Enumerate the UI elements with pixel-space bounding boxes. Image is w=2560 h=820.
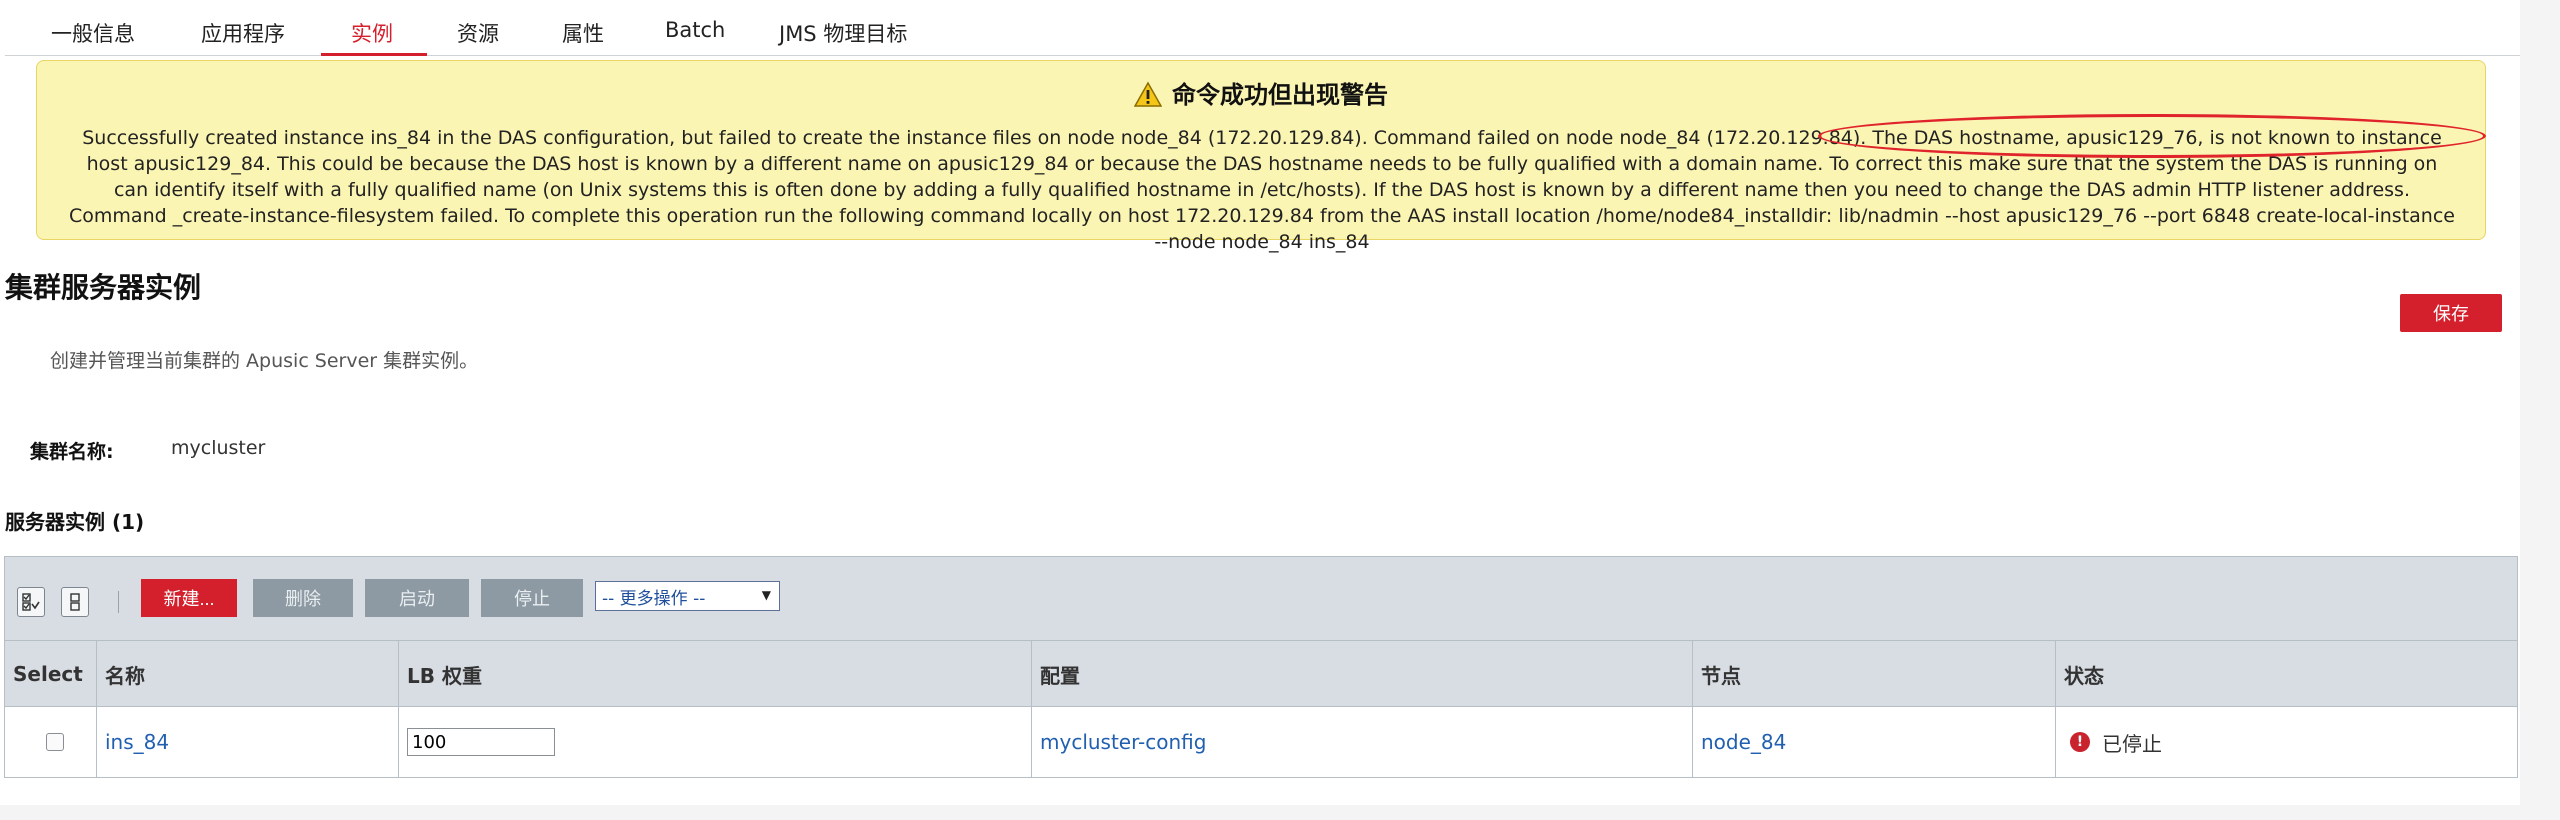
new-instance-button[interactable]: 新建... (141, 579, 237, 617)
instance-name-link[interactable]: ins_84 (105, 730, 169, 754)
lb-weight-cell (399, 707, 1032, 777)
more-actions-value: -- 更多操作 -- (602, 588, 706, 609)
deselect-all-icon[interactable] (61, 587, 89, 617)
table-row: ins_84 mycluster-config node_84 ! 已停止 (5, 707, 2517, 777)
node-cell: node_84 (1693, 707, 2056, 777)
start-button[interactable]: 启动 (365, 579, 469, 617)
status-text: 已停止 (2102, 731, 2162, 756)
tab-jms-physical-destinations[interactable]: JMS 物理目标 (779, 18, 907, 48)
toolbar-separator (118, 591, 119, 613)
cluster-name-value: mycluster (171, 437, 266, 459)
tab-general[interactable]: 一般信息 (51, 18, 135, 48)
server-instances-section-title: 服务器实例 (1) (5, 510, 145, 534)
config-cell: mycluster-config (1032, 707, 1693, 777)
column-header-select: Select (5, 641, 97, 707)
active-tab-indicator (321, 53, 427, 56)
warning-icon (1133, 81, 1163, 113)
delete-button[interactable]: 删除 (253, 579, 353, 617)
column-header-node[interactable]: 节点 (1693, 641, 2056, 707)
table-toolbar: 新建... 删除 启动 停止 -- 更多操作 -- ▼ (5, 557, 2517, 641)
status-cell: ! 已停止 (2056, 707, 2517, 777)
more-actions-select[interactable]: -- 更多操作 -- ▼ (595, 581, 780, 611)
dropdown-caret-icon: ▼ (761, 588, 771, 602)
warning-alert: 命令成功但出现警告 Successfully created instance … (36, 60, 2486, 253)
page: 一般信息 应用程序 实例 资源 属性 Batch JMS 物理目标 命令成功但出… (0, 0, 2520, 805)
tab-instances[interactable]: 实例 (351, 18, 393, 48)
config-link[interactable]: mycluster-config (1040, 730, 1206, 754)
error-status-icon: ! (2070, 732, 2090, 752)
cluster-name-label: 集群名称: (30, 441, 114, 463)
page-title: 集群服务器实例 (5, 271, 202, 304)
alert-message: Successfully created instance ins_84 in … (69, 127, 2455, 253)
alert-title: 命令成功但出现警告 (1172, 81, 1388, 109)
instances-table: 新建... 删除 启动 停止 -- 更多操作 -- ▼ Select 名称 LB… (4, 556, 2518, 778)
stop-button[interactable]: 停止 (481, 579, 583, 617)
page-description: 创建并管理当前集群的 Apusic Server 集群实例。 (50, 350, 479, 372)
save-button[interactable]: 保存 (2400, 294, 2502, 332)
column-header-lb-weight[interactable]: LB 权重 (399, 641, 1032, 707)
lb-weight-input[interactable] (407, 728, 555, 756)
select-all-icon[interactable] (17, 587, 45, 617)
column-header-status[interactable]: 状态 (2056, 641, 2517, 707)
column-header-config[interactable]: 配置 (1032, 641, 1693, 707)
node-link[interactable]: node_84 (1701, 730, 1786, 754)
table-header: Select 名称 LB 权重 配置 节点 状态 (5, 641, 2517, 707)
tab-applications[interactable]: 应用程序 (201, 18, 285, 48)
alert-title-row: 命令成功但出现警告 (37, 75, 2485, 113)
tab-resources[interactable]: 资源 (457, 18, 499, 48)
tab-properties[interactable]: 属性 (562, 18, 604, 48)
column-header-name[interactable]: 名称 (97, 641, 399, 707)
tab-bar: 一般信息 应用程序 实例 资源 属性 Batch JMS 物理目标 (5, 0, 2520, 56)
tab-batch[interactable]: Batch (665, 18, 725, 42)
select-cell (5, 707, 97, 777)
name-cell: ins_84 (97, 707, 399, 777)
row-select-checkbox[interactable] (46, 733, 64, 751)
